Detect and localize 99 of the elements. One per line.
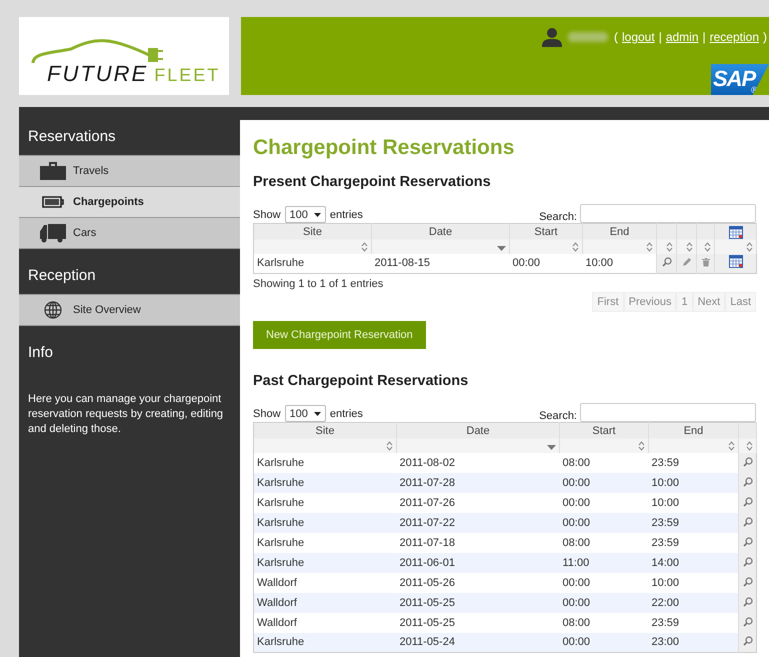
section-heading: Present Chargepoint Reservations bbox=[253, 174, 492, 190]
table-cell: 22:00 bbox=[648, 592, 738, 612]
sidebar-item[interactable]: Site Overview bbox=[19, 294, 240, 326]
table-cell: 2011-07-22 bbox=[396, 512, 560, 532]
table-cell: Karlsruhe bbox=[254, 472, 396, 492]
table-cell: 00:00 bbox=[510, 254, 582, 274]
table-cell: 10:00 bbox=[648, 572, 738, 592]
view-button[interactable] bbox=[742, 536, 752, 546]
table-cell: Karlsruhe bbox=[254, 632, 396, 652]
table-cell: 23:59 bbox=[648, 452, 738, 472]
magnifier-icon bbox=[742, 516, 752, 526]
caret-icon bbox=[314, 212, 321, 216]
bracket: ( bbox=[614, 30, 618, 44]
magnifier-icon bbox=[742, 616, 752, 626]
table-cell: 2011-08-15 bbox=[372, 254, 510, 274]
magnifier-icon bbox=[742, 636, 752, 646]
view-button[interactable] bbox=[742, 616, 752, 626]
magnifier-icon bbox=[662, 257, 672, 268]
edit-button[interactable] bbox=[682, 257, 692, 268]
table-cell: Walldorf bbox=[254, 572, 396, 592]
blurred-username bbox=[568, 32, 608, 42]
globe-icon bbox=[44, 301, 62, 319]
sidebar-item[interactable]: Travels bbox=[19, 155, 240, 187]
table-cell: 14:00 bbox=[648, 552, 738, 572]
table-cell: 00:00 bbox=[560, 632, 648, 652]
search-label: Search: bbox=[539, 410, 577, 422]
info-text: Here you can manage your chargepoint reservation requests by creating, editing and deleting those. bbox=[27, 392, 224, 437]
show-label: Show bbox=[253, 408, 281, 420]
table-cell: Karlsruhe bbox=[254, 552, 396, 572]
battery-icon bbox=[42, 196, 64, 208]
table-info: Showing 1 to 1 of 1 entries bbox=[253, 278, 384, 290]
table-cell: Karlsruhe bbox=[254, 512, 396, 532]
delete-button[interactable] bbox=[700, 257, 710, 268]
view-button[interactable] bbox=[742, 496, 752, 506]
calendar-button[interactable] bbox=[728, 255, 742, 268]
view-button[interactable] bbox=[742, 516, 752, 526]
table-cell: 10:00 bbox=[648, 472, 738, 492]
user-icon bbox=[542, 27, 562, 47]
magnifier-icon bbox=[742, 456, 752, 466]
magnifier-icon bbox=[742, 556, 752, 566]
table-cell: 2011-05-24 bbox=[396, 632, 560, 652]
logo-text: FUTURE bbox=[47, 61, 148, 87]
sidebar-heading: Reception bbox=[27, 266, 97, 286]
logo-text: FLEET bbox=[154, 65, 220, 86]
page-title: Chargepoint Reservations bbox=[253, 136, 516, 160]
table-cell: Karlsruhe bbox=[254, 492, 396, 512]
sidebar-item[interactable]: Cars bbox=[19, 217, 240, 249]
view-button[interactable] bbox=[662, 257, 672, 268]
table-cell: 2011-06-01 bbox=[396, 552, 560, 572]
table-cell: 10:00 bbox=[648, 492, 738, 512]
table-cell: Karlsruhe bbox=[254, 254, 372, 274]
caret-icon bbox=[314, 412, 321, 416]
table-cell: 00:00 bbox=[560, 592, 648, 612]
view-button[interactable] bbox=[742, 636, 752, 646]
table-cell: Walldorf bbox=[254, 612, 396, 632]
page-size-select[interactable]: 100 bbox=[284, 206, 326, 223]
table-cell: 2011-07-28 bbox=[396, 472, 560, 492]
table-cell: 10:00 bbox=[582, 254, 656, 274]
table-cell: 23:59 bbox=[648, 512, 738, 532]
trash-icon bbox=[700, 257, 710, 268]
view-button[interactable] bbox=[742, 456, 752, 466]
table-cell: 00:00 bbox=[560, 512, 648, 532]
view-button[interactable] bbox=[742, 556, 752, 566]
page-size-select[interactable]: 100 bbox=[284, 405, 326, 422]
pencil-icon bbox=[682, 257, 692, 268]
magnifier-icon bbox=[742, 496, 752, 506]
view-button[interactable] bbox=[742, 576, 752, 586]
sidebar-heading: Info bbox=[27, 343, 54, 363]
show-label: Show bbox=[253, 208, 281, 220]
table-cell: Walldorf bbox=[254, 592, 396, 612]
truck-icon bbox=[40, 223, 66, 243]
entries-label: entries bbox=[330, 408, 363, 420]
bracket: ) bbox=[763, 30, 767, 44]
view-button[interactable] bbox=[742, 596, 752, 606]
table-cell: 23:59 bbox=[648, 532, 738, 552]
search-field[interactable] bbox=[580, 403, 756, 422]
search-label: Search: bbox=[539, 211, 577, 223]
entries-label: entries bbox=[330, 208, 363, 220]
table-cell: 23:00 bbox=[648, 632, 738, 652]
table-cell: Karlsruhe bbox=[254, 452, 396, 472]
separator: | bbox=[658, 30, 662, 44]
magnifier-icon bbox=[742, 576, 752, 586]
table-cell: 11:00 bbox=[560, 552, 648, 572]
calendar-icon bbox=[728, 226, 742, 239]
search-field[interactable] bbox=[580, 204, 756, 223]
calendar-icon bbox=[728, 255, 742, 268]
view-button[interactable] bbox=[742, 476, 752, 486]
sidebar-item[interactable]: Chargepoints bbox=[19, 186, 240, 218]
sidebar-heading: Reservations bbox=[27, 127, 117, 147]
magnifier-icon bbox=[742, 596, 752, 606]
table-cell: 23:59 bbox=[648, 612, 738, 632]
magnifier-icon bbox=[742, 536, 752, 546]
briefcase-icon bbox=[40, 162, 66, 180]
magnifier-icon bbox=[742, 476, 752, 486]
section-heading: Past Chargepoint Reservations bbox=[253, 373, 470, 389]
separator: | bbox=[702, 30, 706, 44]
table-cell: 2011-05-25 bbox=[396, 592, 560, 612]
table-cell: Karlsruhe bbox=[254, 532, 396, 552]
table-cell: 00:00 bbox=[560, 472, 648, 492]
